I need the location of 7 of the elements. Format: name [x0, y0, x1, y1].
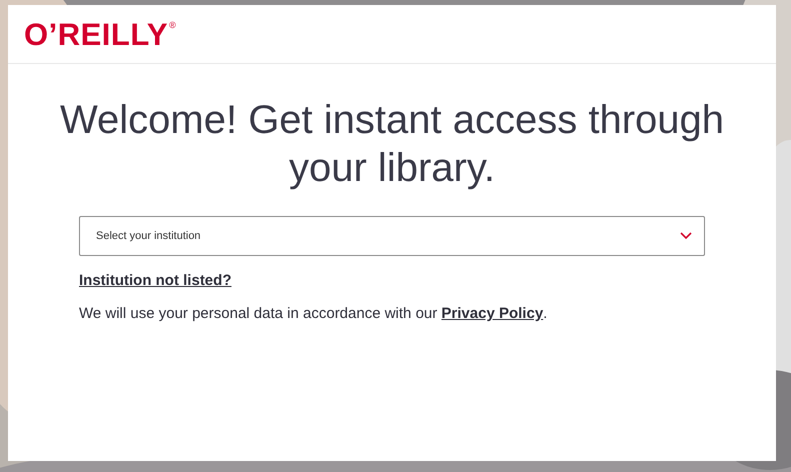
chevron-icon	[680, 232, 692, 240]
privacy-policy-link[interactable]: Privacy Policy	[441, 305, 544, 322]
logo[interactable]: O’REILLY$^{®}$	[24, 18, 176, 50]
institution-not-listed-link[interactable]: Institution not listed?	[79, 272, 232, 289]
institution-select[interactable]: Select your institution	[79, 216, 705, 256]
welcome-heading: Welcome! Get instant access through your library.	[58, 97, 726, 192]
privacy-notice: We will use your personal data in accordance with our Privacy Policy.	[79, 305, 548, 322]
